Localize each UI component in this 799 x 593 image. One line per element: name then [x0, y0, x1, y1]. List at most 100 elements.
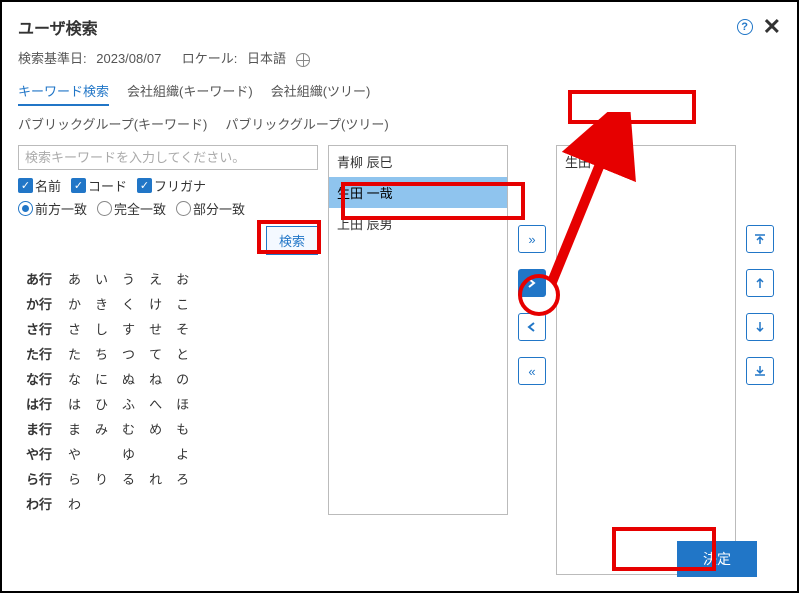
tab-2[interactable]: 会社組織(ツリー) [271, 81, 371, 106]
kana-cell[interactable]: い [89, 267, 114, 290]
radio-0[interactable]: 前方一致 [18, 199, 87, 218]
kana-cell[interactable]: み [89, 417, 114, 440]
kana-cell[interactable]: ま [62, 417, 87, 440]
kana-cell[interactable]: む [116, 417, 141, 440]
kana-cell[interactable]: も [170, 417, 195, 440]
move-left-button[interactable] [518, 313, 546, 341]
kana-cell[interactable]: そ [170, 317, 195, 340]
tab-1[interactable]: 会社組織(キーワード) [127, 81, 253, 106]
kana-cell[interactable]: わ [62, 492, 87, 515]
kana-cell[interactable]: り [89, 467, 114, 490]
kana-cell[interactable]: に [89, 367, 114, 390]
kana-cell[interactable]: や [62, 442, 87, 465]
tab-row2-0[interactable]: パブリックグループ(キーワード) [18, 114, 207, 137]
kana-cell[interactable]: ゆ [116, 442, 141, 465]
chevron-left-icon [527, 322, 537, 332]
dialog-header: ユーザ検索 ? ✕ [18, 14, 781, 40]
kana-row-label[interactable]: さ行 [20, 317, 60, 340]
kana-cell[interactable]: め [143, 417, 168, 440]
kana-cell[interactable]: つ [116, 342, 141, 365]
tab-0[interactable]: キーワード検索 [18, 81, 109, 106]
kana-cell[interactable]: ふ [116, 392, 141, 415]
kana-cell[interactable]: か [62, 292, 87, 315]
search-input[interactable] [18, 145, 318, 170]
globe-icon[interactable] [296, 53, 310, 67]
kana-cell[interactable]: ほ [170, 392, 195, 415]
kana-row-label[interactable]: あ行 [20, 267, 60, 290]
kana-cell[interactable]: る [116, 467, 141, 490]
kana-row-label[interactable]: わ行 [20, 492, 60, 515]
move-down-button[interactable] [746, 313, 774, 341]
kana-cell[interactable]: ぬ [116, 367, 141, 390]
kana-cell[interactable]: う [116, 267, 141, 290]
kana-row-label[interactable]: ま行 [20, 417, 60, 440]
radio-2[interactable]: 部分一致 [176, 199, 245, 218]
move-up-button[interactable] [746, 269, 774, 297]
move-right-button[interactable] [518, 269, 546, 297]
kana-cell[interactable]: た [62, 342, 87, 365]
kana-cell[interactable]: ろ [170, 467, 195, 490]
kana-cell[interactable]: の [170, 367, 195, 390]
decide-button[interactable]: 決定 [677, 541, 757, 577]
kana-row-label[interactable]: な行 [20, 367, 60, 390]
selected-item[interactable]: 生田 一哉 [557, 146, 735, 177]
result-item[interactable]: 生田 一哉 [329, 177, 507, 208]
radio-label: 完全一致 [114, 199, 166, 218]
radio-icon [176, 201, 191, 216]
kana-cell[interactable]: ね [143, 367, 168, 390]
kana-cell [89, 492, 114, 515]
kana-row-label[interactable]: や行 [20, 442, 60, 465]
kana-cell[interactable]: な [62, 367, 87, 390]
kana-row-label[interactable]: ら行 [20, 467, 60, 490]
tab-row2-1[interactable]: パブリックグループ(ツリー) [225, 114, 388, 137]
move-bottom-button[interactable] [746, 357, 774, 385]
kana-cell[interactable]: し [89, 317, 114, 340]
kana-cell[interactable]: け [143, 292, 168, 315]
kana-cell[interactable]: へ [143, 392, 168, 415]
arrow-down-icon [754, 321, 766, 333]
kana-cell[interactable]: と [170, 342, 195, 365]
kana-cell[interactable]: ひ [89, 392, 114, 415]
selected-list[interactable]: 生田 一哉 [556, 145, 736, 575]
result-item[interactable]: 青柳 辰巳 [329, 146, 507, 177]
dialog-title: ユーザ検索 [18, 15, 98, 39]
tab-row-1: キーワード検索会社組織(キーワード) 会社組織(ツリー) [18, 81, 781, 106]
kana-cell[interactable]: き [89, 292, 114, 315]
checkbox-1[interactable]: ✓コード [71, 176, 127, 195]
move-all-right-button[interactable]: » [518, 225, 546, 253]
kana-cell[interactable]: れ [143, 467, 168, 490]
kana-cell [89, 442, 114, 465]
kana-cell[interactable]: ら [62, 467, 87, 490]
kana-cell[interactable]: え [143, 267, 168, 290]
tab-row-2: パブリックグループ(キーワード) パブリックグループ(ツリー) [18, 114, 781, 137]
kana-cell[interactable]: は [62, 392, 87, 415]
move-all-left-button[interactable]: « [518, 357, 546, 385]
main-content: ✓名前 ✓コード ✓フリガナ 前方一致 完全一致部分一致 検索 あ行あいうえおか行かき… [18, 145, 781, 535]
radio-1[interactable]: 完全一致 [97, 199, 166, 218]
kana-row-label[interactable]: か行 [20, 292, 60, 315]
kana-cell[interactable]: ち [89, 342, 114, 365]
close-icon[interactable]: ✕ [763, 14, 781, 40]
arrow-up-icon [754, 277, 766, 289]
help-icon[interactable]: ? [737, 19, 753, 35]
radio-icon [97, 201, 112, 216]
result-list[interactable]: 青柳 辰巳生田 一哉上田 辰男 [328, 145, 508, 515]
search-button[interactable]: 検索 [266, 226, 318, 255]
checkbox-2[interactable]: ✓フリガナ [137, 176, 206, 195]
base-date-label: 検索基準日: [18, 51, 87, 66]
kana-cell[interactable]: あ [62, 267, 87, 290]
check-icon: ✓ [18, 178, 33, 193]
checkbox-0[interactable]: ✓名前 [18, 176, 61, 195]
result-item[interactable]: 上田 辰男 [329, 208, 507, 239]
kana-cell[interactable]: こ [170, 292, 195, 315]
kana-cell[interactable]: よ [170, 442, 195, 465]
kana-cell[interactable]: く [116, 292, 141, 315]
kana-row-label[interactable]: た行 [20, 342, 60, 365]
kana-cell[interactable]: す [116, 317, 141, 340]
kana-cell[interactable]: お [170, 267, 195, 290]
kana-row-label[interactable]: は行 [20, 392, 60, 415]
kana-cell[interactable]: て [143, 342, 168, 365]
kana-cell[interactable]: せ [143, 317, 168, 340]
move-top-button[interactable] [746, 225, 774, 253]
kana-cell[interactable]: さ [62, 317, 87, 340]
